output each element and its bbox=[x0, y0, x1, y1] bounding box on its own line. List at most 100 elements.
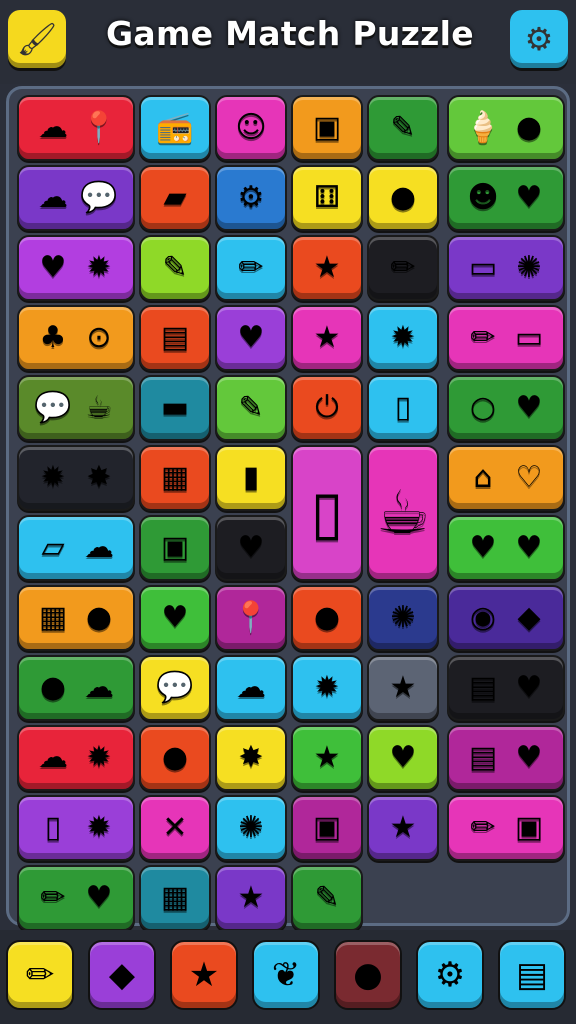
game-tile[interactable]: ♥ bbox=[215, 515, 287, 581]
game-tile[interactable]: ★ bbox=[291, 725, 363, 791]
speech-bubble-icon: 💬 bbox=[156, 670, 194, 705]
game-tile[interactable]: 💬 bbox=[139, 655, 211, 721]
document-icon: ▤ bbox=[515, 955, 549, 995]
game-tile[interactable]: ▤ bbox=[139, 305, 211, 371]
game-tile-large[interactable]: ▯ bbox=[291, 445, 363, 581]
game-tile[interactable]: ✏ ▭ bbox=[447, 305, 565, 371]
game-tile[interactable]: ✏ ♥ bbox=[17, 865, 135, 931]
game-tile[interactable]: ✏ ▣ bbox=[447, 795, 565, 861]
game-tile[interactable]: ✎ bbox=[215, 375, 287, 441]
settings-button[interactable]: ⚙ bbox=[416, 940, 484, 1010]
house-icon: ⌂ bbox=[473, 460, 493, 495]
game-tile[interactable]: ✎ bbox=[139, 235, 211, 301]
game-tile[interactable]: 🍦 ● bbox=[447, 95, 565, 161]
sun-icon: ✹ bbox=[314, 670, 340, 705]
game-tile[interactable]: ▤ ♥ bbox=[447, 725, 565, 791]
game-tile[interactable]: ☻ ♥ bbox=[447, 165, 565, 231]
game-tile[interactable]: ☁ 📍 bbox=[17, 95, 135, 161]
game-tile[interactable]: ● bbox=[367, 165, 439, 231]
game-tile[interactable]: ★ bbox=[291, 305, 363, 371]
box-icon: ▣ bbox=[312, 810, 342, 845]
game-tile[interactable]: ▬ bbox=[139, 375, 211, 441]
game-tile[interactable]: ○ ♥ bbox=[447, 375, 565, 441]
game-tile[interactable]: ▦ bbox=[139, 865, 211, 931]
game-tile[interactable]: ✺ bbox=[367, 585, 439, 651]
game-tile[interactable]: ⚙ bbox=[215, 165, 287, 231]
game-tile[interactable]: ♥ ♥ bbox=[447, 515, 565, 581]
heart-icon: ♥ bbox=[515, 740, 543, 775]
game-tile[interactable]: ♥ bbox=[215, 305, 287, 371]
game-tile[interactable]: ☁ ✹ bbox=[17, 725, 135, 791]
game-tile[interactable]: ● bbox=[291, 585, 363, 651]
brush-button[interactable]: 🖌 bbox=[8, 10, 66, 68]
cloud-icon: ☁ bbox=[84, 530, 114, 565]
game-tile[interactable]: ★ bbox=[291, 235, 363, 301]
splat-icon: ✸ bbox=[86, 460, 112, 495]
game-tile[interactable]: 💬 ☕ bbox=[17, 375, 135, 441]
game-tile[interactable]: ▭ ✺ bbox=[447, 235, 565, 301]
gear-icon: ⚙ bbox=[434, 955, 466, 995]
pencil-button[interactable]: ✏ bbox=[6, 940, 74, 1010]
pencil-icon: ✏ bbox=[470, 810, 496, 845]
game-tile[interactable]: ▦ ● bbox=[17, 585, 135, 651]
game-tile[interactable]: ✏ bbox=[367, 235, 439, 301]
cloud-icon: ☁ bbox=[38, 110, 68, 145]
game-tile[interactable]: ✹ bbox=[291, 655, 363, 721]
game-tile[interactable]: ⌂ ♡ bbox=[447, 445, 565, 511]
game-tile[interactable]: ▱ ☁ bbox=[17, 515, 135, 581]
game-tile[interactable]: ✎ bbox=[367, 95, 439, 161]
game-tile[interactable]: ☁ 💬 bbox=[17, 165, 135, 231]
pencil-icon: ✏ bbox=[390, 250, 416, 285]
gear-icon: ✺ bbox=[390, 600, 416, 635]
heart-icon: ♥ bbox=[469, 530, 497, 565]
game-tile[interactable]: ▯ bbox=[367, 375, 439, 441]
game-tile[interactable]: ▣ bbox=[291, 95, 363, 161]
game-tile[interactable]: ✸ bbox=[215, 725, 287, 791]
document-button[interactable]: ▤ bbox=[498, 940, 566, 1010]
cookie-button[interactable]: ● bbox=[334, 940, 402, 1010]
game-tile[interactable]: ✕ bbox=[139, 795, 211, 861]
game-tile[interactable]: ♥ ✹ bbox=[17, 235, 135, 301]
game-tile[interactable]: ▣ bbox=[139, 515, 211, 581]
star-button[interactable]: ★ bbox=[170, 940, 238, 1010]
settings-button[interactable]: ⚙ bbox=[510, 10, 568, 68]
speech-bubble-icon: ▭ bbox=[514, 320, 544, 355]
game-tile[interactable]: ✏ bbox=[215, 235, 287, 301]
eraser-icon: ▰ bbox=[163, 180, 187, 215]
game-tile[interactable]: ♥ bbox=[367, 725, 439, 791]
sun-icon: ✹ bbox=[390, 320, 416, 355]
brush-icon: 🖌 bbox=[16, 20, 58, 58]
game-tile[interactable]: ★ bbox=[367, 795, 439, 861]
origami-icon: ◆ bbox=[517, 600, 541, 635]
game-tile[interactable]: ✺ bbox=[215, 795, 287, 861]
game-tile[interactable]: ▤ ♥ bbox=[447, 655, 565, 721]
game-tile[interactable]: ☁ bbox=[215, 655, 287, 721]
game-tile[interactable]: ★ bbox=[215, 865, 287, 931]
game-tile[interactable]: ✎ bbox=[291, 865, 363, 931]
game-tile[interactable]: ◉ ◆ bbox=[447, 585, 565, 651]
game-tile[interactable]: ▮ bbox=[215, 445, 287, 511]
leaf-button[interactable]: ❦ bbox=[252, 940, 320, 1010]
game-tile[interactable]: ♥ bbox=[139, 585, 211, 651]
game-tile[interactable]: ▯ ✹ bbox=[17, 795, 135, 861]
game-tile[interactable]: ▦ bbox=[139, 445, 211, 511]
game-tile[interactable]: ✹ ✸ bbox=[17, 445, 135, 511]
game-tile[interactable]: ⚅ bbox=[291, 165, 363, 231]
game-tile[interactable]: ● ☁ bbox=[17, 655, 135, 721]
game-tile[interactable]: ★ bbox=[367, 655, 439, 721]
game-tile[interactable]: ✹ bbox=[367, 305, 439, 371]
game-tile-large[interactable]: ☕ bbox=[367, 445, 439, 581]
game-tile[interactable]: ● bbox=[139, 725, 211, 791]
cup-icon: ☕ bbox=[85, 390, 113, 425]
star-icon: ★ bbox=[313, 320, 341, 355]
gem-button[interactable]: ◆ bbox=[88, 940, 156, 1010]
game-tile[interactable]: 📻 bbox=[139, 95, 211, 161]
game-tile[interactable]: ⏻ bbox=[291, 375, 363, 441]
game-tile[interactable]: ▰ bbox=[139, 165, 211, 231]
game-tile[interactable]: ☺ bbox=[215, 95, 287, 161]
game-tile[interactable]: 📍 bbox=[215, 585, 287, 651]
calendar-icon: ▤ bbox=[468, 740, 498, 775]
map-pin-icon: ⊙ bbox=[86, 320, 112, 355]
game-tile[interactable]: ♣ ⊙ bbox=[17, 305, 135, 371]
game-tile[interactable]: ▣ bbox=[291, 795, 363, 861]
